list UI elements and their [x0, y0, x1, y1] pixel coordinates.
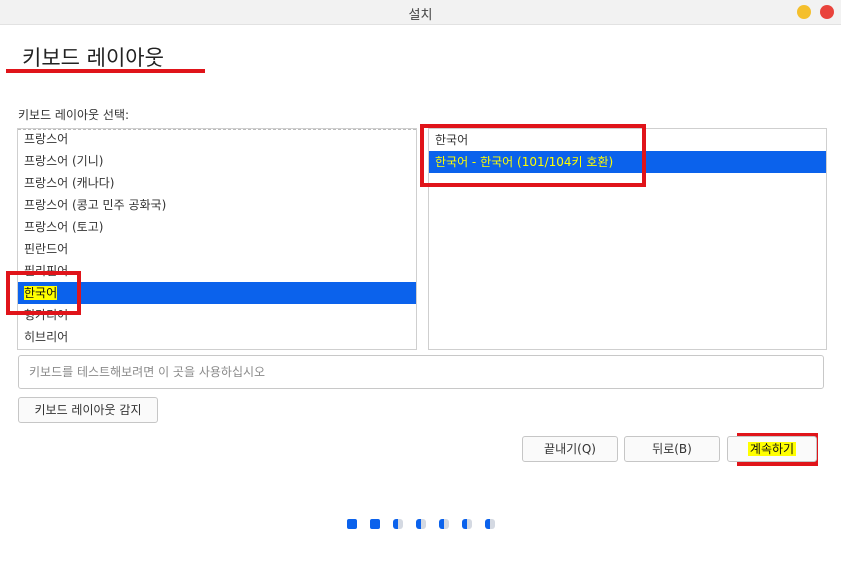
- layout-item[interactable]: 프랑스어 (콩고 민주 공화국): [18, 194, 416, 216]
- progress-dot-complete: [370, 519, 380, 529]
- progress-dot-pending: [485, 519, 495, 529]
- layout-item[interactable]: 프랑스어 (토고): [18, 216, 416, 238]
- continue-button-label: 계속하기: [747, 442, 797, 456]
- list-top-divider: [18, 129, 416, 130]
- window-titlebar: 설치: [0, 0, 841, 25]
- progress-dot-pending: [393, 519, 403, 529]
- close-button[interactable]: [820, 5, 834, 19]
- quit-button[interactable]: 끝내기(Q): [522, 436, 618, 462]
- layout-item[interactable]: 히브리어: [18, 326, 416, 348]
- layout-list-label: 키보드 레이아웃 선택:: [18, 108, 130, 122]
- layout-item[interactable]: 프랑스어 (캐나다): [18, 172, 416, 194]
- layout-item[interactable]: 프랑스어 (기니): [18, 150, 416, 172]
- window-title: 설치: [408, 8, 433, 23]
- continue-button[interactable]: 계속하기: [727, 436, 817, 462]
- annotation-box-variant: [420, 124, 646, 187]
- progress-dot-complete: [347, 519, 357, 529]
- progress-dot-pending: [416, 519, 426, 529]
- detect-layout-button[interactable]: 키보드 레이아웃 감지: [18, 397, 158, 423]
- minimize-button[interactable]: [797, 5, 811, 19]
- layout-list[interactable]: 프랑스어 프랑스어 (기니) 프랑스어 (캐나다) 프랑스어 (콩고 민주 공화…: [17, 128, 417, 350]
- layout-item[interactable]: 프랑스어: [18, 129, 416, 150]
- page-title: 키보드 레이아웃: [22, 46, 164, 70]
- progress-dot-pending: [462, 519, 472, 529]
- back-button[interactable]: 뒤로(B): [624, 436, 720, 462]
- annotation-underline: [6, 69, 205, 73]
- annotation-box-layout: [6, 271, 81, 315]
- layout-item[interactable]: 핀란드어: [18, 238, 416, 260]
- progress-dot-pending: [439, 519, 449, 529]
- keyboard-test-input[interactable]: [18, 355, 824, 389]
